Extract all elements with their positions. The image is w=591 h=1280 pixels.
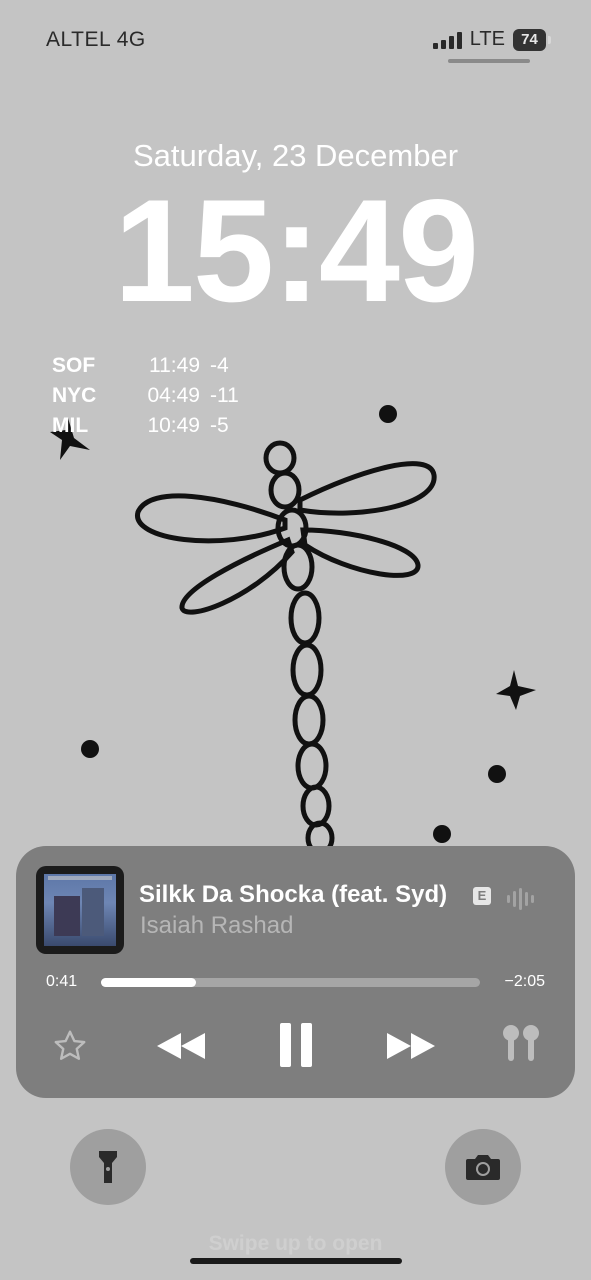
remaining-time: −2:05 bbox=[504, 973, 545, 990]
world-clock-row[interactable]: SOF 11:49 -4 bbox=[52, 354, 229, 378]
world-clock-time: 04:49 bbox=[147, 384, 200, 407]
previous-track-button[interactable] bbox=[152, 1026, 212, 1066]
waveform-icon bbox=[507, 888, 534, 910]
world-clock-offset: -11 bbox=[210, 384, 239, 407]
audio-output-button[interactable] bbox=[498, 1022, 544, 1068]
pause-icon bbox=[280, 1023, 312, 1067]
flashlight-icon bbox=[99, 1151, 117, 1183]
playback-scrubber[interactable] bbox=[101, 978, 480, 987]
playback-progress-fill bbox=[101, 978, 196, 987]
world-clock-row[interactable]: NYC 04:49 -11 bbox=[52, 384, 239, 408]
world-clock-offset: -4 bbox=[210, 354, 229, 377]
status-indicator-bar bbox=[448, 59, 530, 63]
battery-level: 74 bbox=[513, 28, 546, 51]
song-title[interactable]: Silkk Da Shocka (feat. Syd) bbox=[139, 881, 447, 909]
explicit-badge: E bbox=[473, 887, 491, 905]
lock-screen-time: 15:49 bbox=[113, 169, 479, 332]
cellular-signal-icon bbox=[432, 31, 462, 49]
world-clock-city: SOF bbox=[52, 354, 96, 377]
world-clock-time: 11:49 bbox=[149, 354, 200, 377]
swipe-up-hint: Swipe up to open bbox=[208, 1232, 383, 1255]
album-artwork[interactable] bbox=[36, 866, 124, 954]
world-clock-city: MIL bbox=[52, 414, 89, 437]
flashlight-button[interactable] bbox=[70, 1129, 146, 1205]
world-clock-time: 10:49 bbox=[147, 414, 200, 437]
next-track-button[interactable] bbox=[380, 1026, 440, 1066]
world-clock-offset: -5 bbox=[210, 414, 229, 437]
airpods-icon bbox=[503, 1025, 539, 1061]
camera-button[interactable] bbox=[445, 1129, 521, 1205]
status-indicators: LTE 74 bbox=[432, 28, 551, 51]
battery-icon: 74 bbox=[513, 28, 551, 51]
fast-forward-icon bbox=[387, 1033, 435, 1059]
camera-icon bbox=[466, 1155, 500, 1180]
now-playing-widget[interactable]: Silkk Da Shocka (feat. Syd) E Isaiah Ras… bbox=[16, 846, 575, 1098]
world-clock-row[interactable]: MIL 10:49 -5 bbox=[52, 414, 229, 438]
elapsed-time: 0:41 bbox=[46, 973, 78, 990]
carrier-label: ALTEL 4G bbox=[46, 28, 146, 51]
favorite-button[interactable] bbox=[50, 1026, 90, 1066]
star-icon bbox=[54, 1030, 86, 1060]
network-type-label: LTE bbox=[469, 28, 505, 50]
artist-name[interactable]: Isaiah Rashad bbox=[140, 912, 293, 940]
world-clock-city: NYC bbox=[52, 384, 97, 407]
rewind-icon bbox=[157, 1033, 205, 1059]
home-indicator[interactable] bbox=[190, 1258, 402, 1264]
pause-button[interactable] bbox=[274, 1018, 318, 1072]
